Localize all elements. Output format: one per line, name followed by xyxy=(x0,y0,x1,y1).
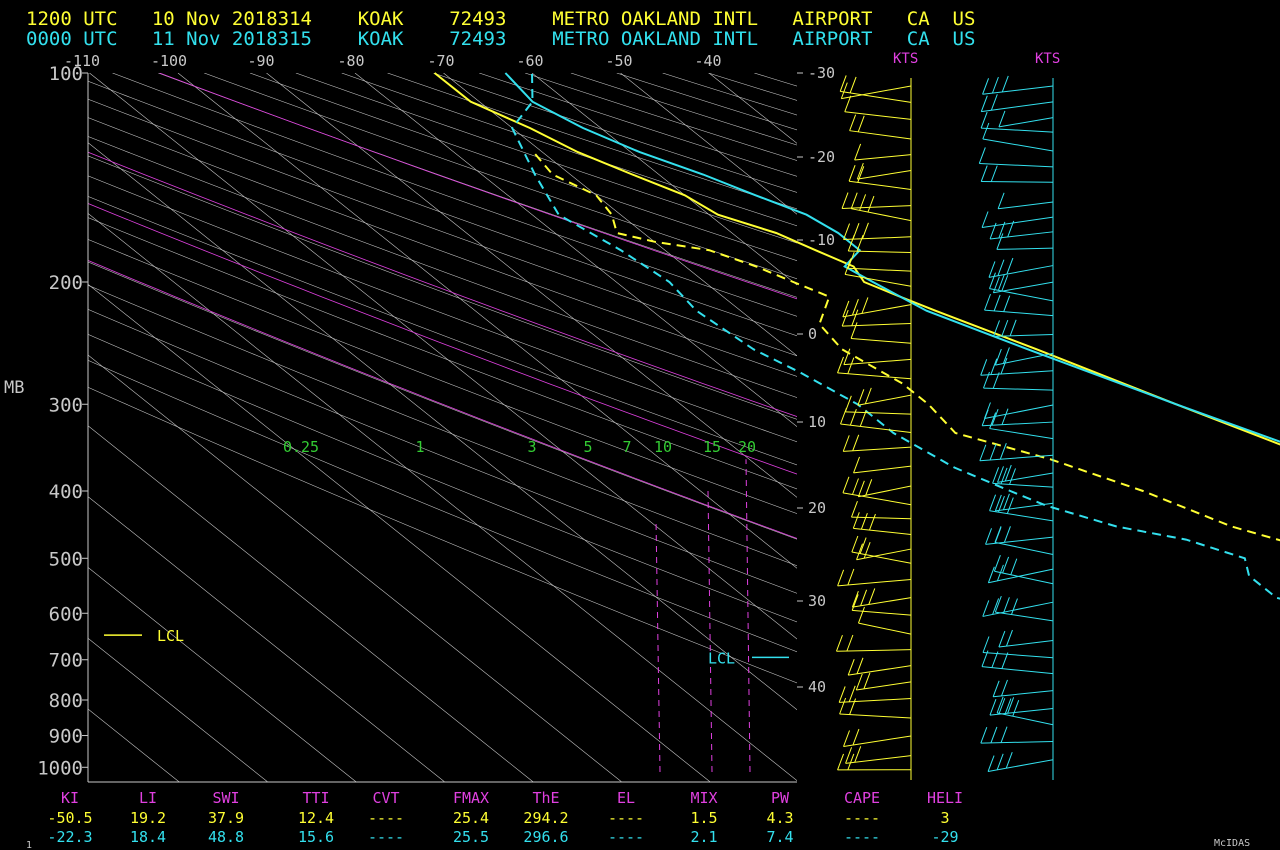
mixing-ratio-label: 10 xyxy=(654,438,672,456)
pressure-tick-label: 300 xyxy=(49,394,83,416)
index-value: ---- xyxy=(608,809,644,827)
y-axis-title: MB xyxy=(4,378,24,398)
altitude-tick-label: 20 xyxy=(808,499,826,517)
altitude-tick-label: -20 xyxy=(808,148,835,166)
mixing-ratio-label: 7 xyxy=(622,438,631,456)
temperature-tick-label: -40 xyxy=(694,52,721,70)
index-header: CVT xyxy=(372,789,399,807)
index-header: HELI xyxy=(927,789,963,807)
altitude-tick-label: 0 xyxy=(808,325,817,343)
altitude-tick-label: -30 xyxy=(808,64,835,82)
index-value: 294.2 xyxy=(523,809,568,827)
altitude-tick-label: -10 xyxy=(808,231,835,249)
index-header: TTI xyxy=(302,789,329,807)
pressure-tick-label: 200 xyxy=(49,272,83,294)
index-value: 296.6 xyxy=(523,828,568,846)
footer-mcidas-label: McIDAS xyxy=(1214,838,1250,849)
mixing-ratio-label: 20 xyxy=(738,438,756,456)
pressure-tick-label: 800 xyxy=(49,690,83,712)
pressure-tick-label: 500 xyxy=(49,548,83,570)
wind-units-label-2: KTS xyxy=(1035,51,1060,67)
header-line-2: 0000 UTC 11 Nov 2018315 KOAK 72493 METRO… xyxy=(26,28,975,50)
index-value: 18.4 xyxy=(130,828,166,846)
index-value: 25.4 xyxy=(453,809,489,827)
mixing-ratio-label: 15 xyxy=(703,438,721,456)
index-value: 4.3 xyxy=(766,809,793,827)
pressure-tick-label: 900 xyxy=(49,726,83,748)
altitude-tick-label: 40 xyxy=(808,678,826,696)
index-value: 48.8 xyxy=(208,828,244,846)
pressure-tick-label: 700 xyxy=(49,650,83,672)
altitude-tick-label: 10 xyxy=(808,413,826,431)
temperature-tick-label: -70 xyxy=(427,52,454,70)
temperature-tick-label: -90 xyxy=(247,52,274,70)
index-value: -22.3 xyxy=(47,828,92,846)
index-value: 12.4 xyxy=(298,809,334,827)
index-header: KI xyxy=(61,789,79,807)
header-line-1: 1200 UTC 10 Nov 2018314 KOAK 72493 METRO… xyxy=(26,8,975,30)
index-header: PW xyxy=(771,789,790,807)
index-header: CAPE xyxy=(844,789,880,807)
index-value: 15.6 xyxy=(298,828,334,846)
index-value: 2.1 xyxy=(690,828,717,846)
index-value: 37.9 xyxy=(208,809,244,827)
index-value: 3 xyxy=(940,809,949,827)
temperature-tick-label: -60 xyxy=(516,52,543,70)
index-value: 25.5 xyxy=(453,828,489,846)
index-value: ---- xyxy=(844,828,880,846)
skew-t-chart: 1200 UTC 10 Nov 2018314 KOAK 72493 METRO… xyxy=(0,0,1280,850)
pressure-tick-label: 1000 xyxy=(37,757,83,779)
index-header: ThE xyxy=(532,789,559,807)
pressure-tick-label: 400 xyxy=(49,481,83,503)
temperature-tick-label: -110 xyxy=(64,52,100,70)
pressure-tick-label: 600 xyxy=(49,603,83,625)
index-header: LI xyxy=(139,789,157,807)
mixing-ratio-label: 1 xyxy=(415,438,424,456)
index-value: 19.2 xyxy=(130,809,166,827)
index-value: ---- xyxy=(368,809,404,827)
index-value: 1.5 xyxy=(690,809,717,827)
index-value: -29 xyxy=(931,828,958,846)
temperature-tick-label: -80 xyxy=(337,52,364,70)
lcl-label-left: LCL xyxy=(157,627,184,645)
mixing-ratio-label: 5 xyxy=(583,438,592,456)
index-header: MIX xyxy=(690,789,717,807)
index-value: ---- xyxy=(844,809,880,827)
index-value: ---- xyxy=(368,828,404,846)
temperature-tick-label: -50 xyxy=(605,52,632,70)
footer-page-number: 1 xyxy=(26,840,32,850)
mixing-ratio-label: 0.25 xyxy=(283,438,319,456)
index-value: -50.5 xyxy=(47,809,92,827)
index-header: SWI xyxy=(212,789,239,807)
temperature-tick-label: -100 xyxy=(151,52,187,70)
mixing-ratio-label: 3 xyxy=(527,438,536,456)
wind-units-label-1: KTS xyxy=(893,51,918,67)
index-value: 7.4 xyxy=(766,828,793,846)
index-value: ---- xyxy=(608,828,644,846)
altitude-tick-label: 30 xyxy=(808,592,826,610)
index-header: EL xyxy=(617,789,635,807)
lcl-label-right: LCL xyxy=(708,649,735,667)
index-header: FMAX xyxy=(453,789,489,807)
